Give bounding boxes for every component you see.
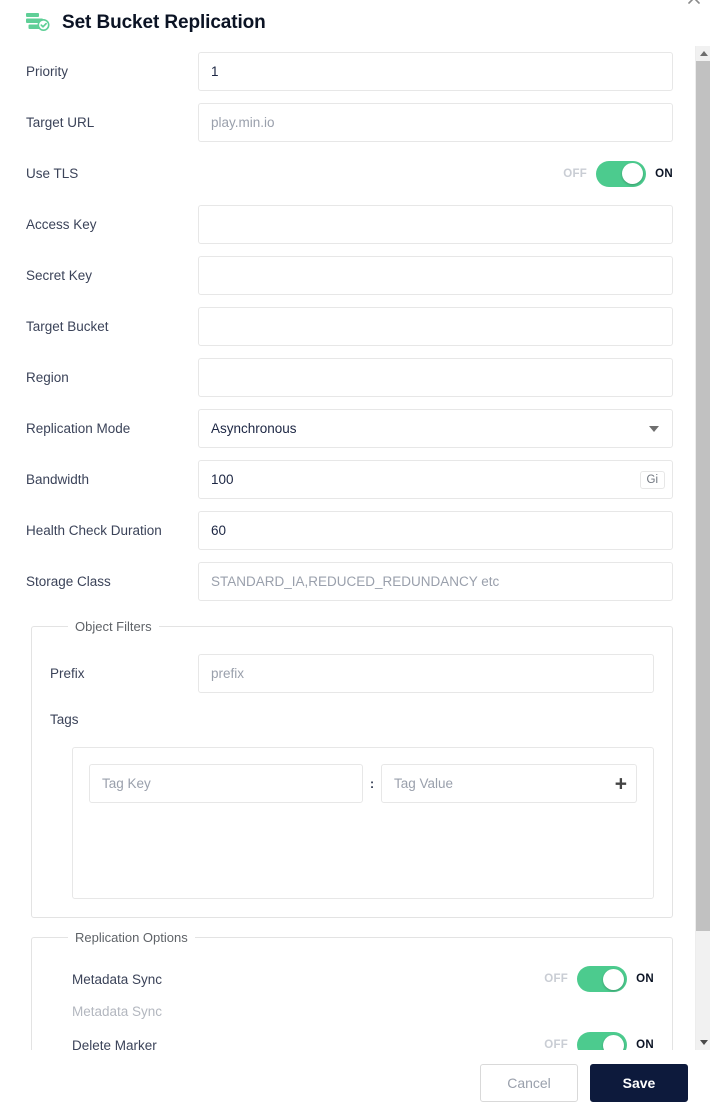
field-use-tls: Use TLS OFF ON — [26, 148, 673, 199]
scroll-up-arrow-icon[interactable] — [696, 46, 710, 61]
option-delete-marker: Delete Marker OFF ON — [50, 1025, 654, 1050]
close-icon[interactable] — [683, 0, 705, 12]
delete-marker-toggle[interactable] — [577, 1032, 628, 1050]
option-label-metadata-sync: Metadata Sync — [72, 971, 163, 987]
field-access-key: Access Key — [26, 199, 673, 250]
tags-box: : + — [72, 747, 654, 899]
toggle-knob — [622, 163, 644, 184]
modal-body: Priority Target URL Use TLS OFF — [0, 46, 695, 1050]
option-metadata-sync: Metadata Sync OFF ON — [50, 959, 654, 999]
bandwidth-unit-badge: Gi — [639, 470, 665, 489]
replication-options-legend: Replication Options — [75, 930, 188, 945]
tag-row: : + — [89, 764, 637, 803]
label-tags: Tags — [50, 711, 79, 727]
object-filters-group: Object Filters Prefix Tags — [31, 619, 673, 918]
bandwidth-input-wrap: Gi — [198, 460, 673, 499]
tag-value-wrap: + — [381, 764, 637, 803]
label-use-tls: Use TLS — [26, 166, 79, 181]
field-replication-mode: Replication Mode — [26, 403, 673, 454]
health-check-duration-input[interactable] — [198, 511, 673, 550]
cancel-button[interactable]: Cancel — [480, 1064, 578, 1102]
tag-key-wrap — [89, 764, 363, 803]
access-key-input[interactable] — [198, 205, 673, 244]
scroll-down-arrow-icon[interactable] — [696, 1035, 710, 1050]
replication-mode-select-wrap — [198, 409, 673, 448]
prefix-input[interactable] — [198, 654, 654, 693]
label-storage-class: Storage Class — [26, 574, 111, 589]
priority-input[interactable] — [198, 52, 673, 91]
field-secret-key: Secret Key — [26, 250, 673, 301]
field-tags: Tags — [50, 699, 654, 739]
modal-body-wrapper: Priority Target URL Use TLS OFF — [0, 46, 710, 1050]
vertical-scrollbar[interactable] — [695, 46, 710, 1050]
tag-separator: : — [369, 776, 375, 791]
use-tls-toggle[interactable] — [596, 160, 647, 187]
use-tls-on-label: ON — [655, 167, 673, 180]
use-tls-off-label: OFF — [563, 167, 588, 180]
page-title: Set Bucket Replication — [62, 12, 266, 33]
storage-class-input[interactable] — [198, 562, 673, 601]
replication-mode-select[interactable] — [198, 409, 673, 448]
replication-options-group: Replication Options Metadata Sync OFF ON… — [31, 930, 673, 1050]
tag-key-input[interactable] — [89, 764, 363, 803]
set-bucket-replication-modal: Set Bucket Replication Priority Target U… — [0, 0, 710, 1116]
use-tls-toggle-group: OFF ON — [198, 160, 673, 187]
metadata-sync-toggle-group: OFF ON — [474, 966, 654, 992]
secret-key-input[interactable] — [198, 256, 673, 295]
toggle-knob — [603, 1034, 625, 1050]
label-target-bucket: Target Bucket — [26, 319, 109, 334]
delete-marker-off-label: OFF — [544, 1039, 569, 1050]
label-priority: Priority — [26, 64, 69, 79]
label-prefix: Prefix — [50, 666, 85, 681]
delete-marker-toggle-group: OFF ON — [474, 1032, 654, 1050]
metadata-sync-off-label: OFF — [544, 973, 569, 985]
region-input[interactable] — [198, 358, 673, 397]
save-button[interactable]: Save — [590, 1064, 688, 1102]
target-bucket-input[interactable] — [198, 307, 673, 346]
tag-value-input[interactable] — [381, 764, 637, 803]
modal-footer: Cancel Save — [0, 1050, 710, 1116]
option-label-delete-marker: Delete Marker — [72, 1037, 157, 1051]
option-sublabel-metadata-sync: Metadata Sync — [72, 1004, 163, 1019]
field-target-url: Target URL — [26, 97, 673, 148]
label-replication-mode: Replication Mode — [26, 421, 131, 436]
field-bandwidth: Bandwidth Gi — [26, 454, 673, 505]
toggle-knob — [603, 968, 625, 990]
label-region: Region — [26, 370, 69, 385]
label-access-key: Access Key — [26, 217, 97, 232]
label-health-check-duration: Health Check Duration — [26, 523, 162, 538]
field-prefix: Prefix — [50, 648, 654, 699]
delete-marker-on-label: ON — [636, 1039, 654, 1050]
field-health-check-duration: Health Check Duration — [26, 505, 673, 556]
target-url-input[interactable] — [198, 103, 673, 142]
label-target-url: Target URL — [26, 115, 95, 130]
field-target-bucket: Target Bucket — [26, 301, 673, 352]
object-filters-legend: Object Filters — [75, 619, 152, 634]
field-region: Region — [26, 352, 673, 403]
bucket-replication-icon — [22, 8, 52, 38]
label-secret-key: Secret Key — [26, 268, 93, 283]
label-bandwidth: Bandwidth — [26, 472, 90, 487]
bandwidth-input[interactable] — [198, 460, 673, 499]
field-priority: Priority — [26, 46, 673, 97]
scrollbar-thumb[interactable] — [696, 61, 710, 931]
modal-header: Set Bucket Replication — [0, 0, 710, 46]
metadata-sync-toggle[interactable] — [577, 966, 628, 992]
metadata-sync-on-label: ON — [636, 973, 654, 985]
field-storage-class: Storage Class — [26, 556, 673, 607]
add-tag-icon[interactable]: + — [615, 773, 627, 794]
